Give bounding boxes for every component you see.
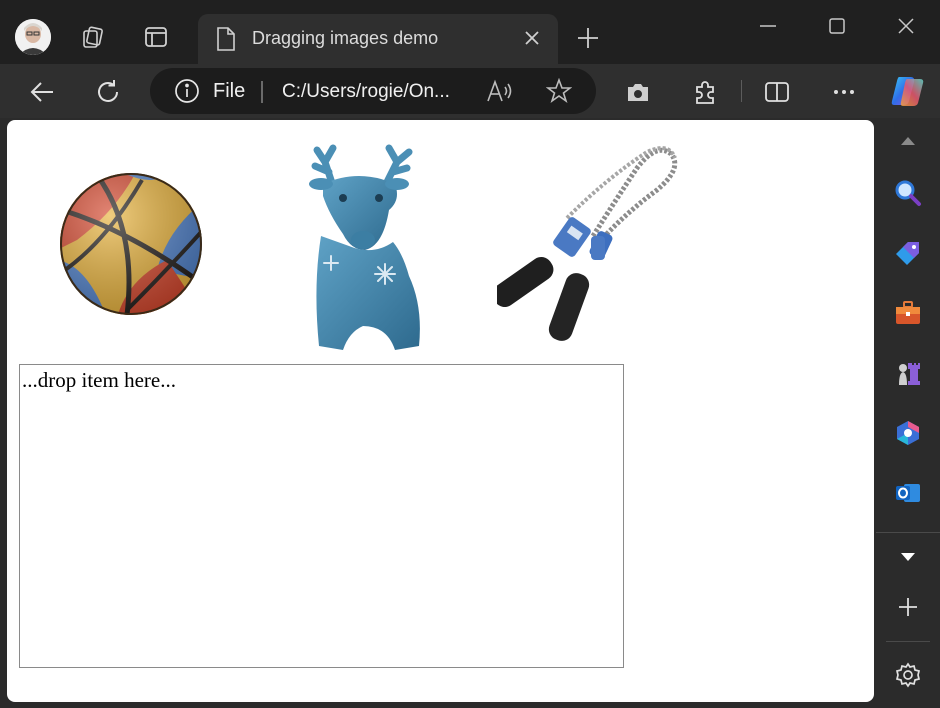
sidebar-divider-bottom <box>886 641 930 642</box>
close-tab-icon[interactable] <box>522 28 542 53</box>
add-sidebar-app-icon[interactable] <box>891 590 925 624</box>
split-screen-icon[interactable] <box>761 76 793 108</box>
drop-target-area[interactable]: ...drop item here... <box>19 364 624 668</box>
title-bar: Dragging images demo <box>0 0 940 64</box>
settings-gear-icon[interactable] <box>891 658 925 692</box>
tag-icon[interactable] <box>891 236 925 270</box>
navigation-toolbar: File C:/Users/rogie/On... <box>0 64 940 118</box>
sidebar-scroll-down-icon[interactable] <box>891 540 925 574</box>
tab-actions-icon[interactable] <box>141 22 171 52</box>
browser-window: Dragging images demo File C:/Users/rogie… <box>0 0 940 708</box>
refresh-icon[interactable] <box>92 76 124 108</box>
extensions-icon[interactable] <box>689 76 721 108</box>
search-icon[interactable] <box>891 176 925 210</box>
close-window-icon[interactable] <box>888 14 924 38</box>
back-icon[interactable] <box>26 76 58 108</box>
site-info-icon[interactable] <box>174 78 200 109</box>
toolbox-icon[interactable] <box>891 296 925 330</box>
chess-icon[interactable] <box>891 356 925 390</box>
basketball-image[interactable] <box>57 170 205 318</box>
address-scheme-label: File <box>213 80 246 102</box>
deer-image[interactable] <box>293 136 443 356</box>
profile-avatar[interactable] <box>15 19 51 55</box>
address-separator <box>261 81 263 103</box>
copilot-icon[interactable] <box>891 416 925 450</box>
new-tab-icon[interactable] <box>574 24 602 57</box>
screenshot-icon[interactable] <box>622 76 654 108</box>
minimize-icon[interactable] <box>750 14 786 38</box>
read-aloud-icon[interactable] <box>486 79 514 108</box>
toolbar-divider <box>741 80 742 102</box>
favorite-star-icon[interactable] <box>545 77 573 109</box>
edge-sidebar <box>876 120 940 708</box>
sidebar-scroll-up-icon[interactable] <box>891 130 925 152</box>
copilot-button-icon[interactable] <box>889 72 927 110</box>
page-viewport: ...drop item here... <box>7 120 874 702</box>
jump-rope-image[interactable] <box>492 138 687 348</box>
more-options-icon[interactable] <box>828 76 860 108</box>
drop-target-text: ...drop item here... <box>22 368 176 392</box>
workspaces-icon[interactable] <box>78 22 108 52</box>
maximize-icon[interactable] <box>819 14 855 38</box>
address-bar[interactable]: File C:/Users/rogie/On... <box>150 68 596 114</box>
outlook-icon[interactable] <box>891 476 925 510</box>
address-url[interactable]: C:/Users/rogie/On... <box>282 81 450 103</box>
active-tab[interactable]: Dragging images demo <box>198 14 558 64</box>
tab-title: Dragging images demo <box>252 28 439 48</box>
document-icon <box>216 26 236 57</box>
sidebar-divider <box>876 532 940 533</box>
